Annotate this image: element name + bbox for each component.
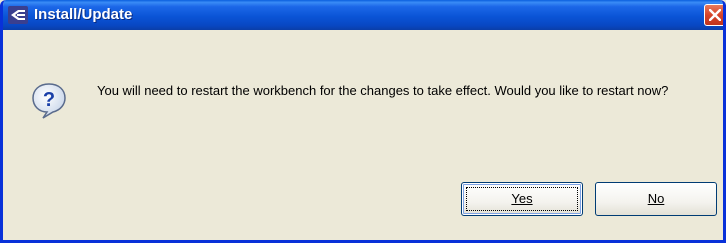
no-button-label: No [647,191,665,206]
question-icon: ? [31,82,67,120]
yes-button[interactable]: Yes [461,182,583,216]
dialog-window: Install/Update ? You will need to restar… [0,0,726,243]
eclipse-logo-icon [8,6,28,24]
focus-rectangle [466,187,578,211]
svg-text:?: ? [43,89,55,111]
close-icon [709,9,721,21]
close-button[interactable] [704,4,723,26]
dialog-message: You will need to restart the workbench f… [97,83,669,98]
window-title: Install/Update [34,6,133,23]
no-button[interactable]: No [595,182,717,216]
title-bar[interactable]: Install/Update [3,0,723,30]
